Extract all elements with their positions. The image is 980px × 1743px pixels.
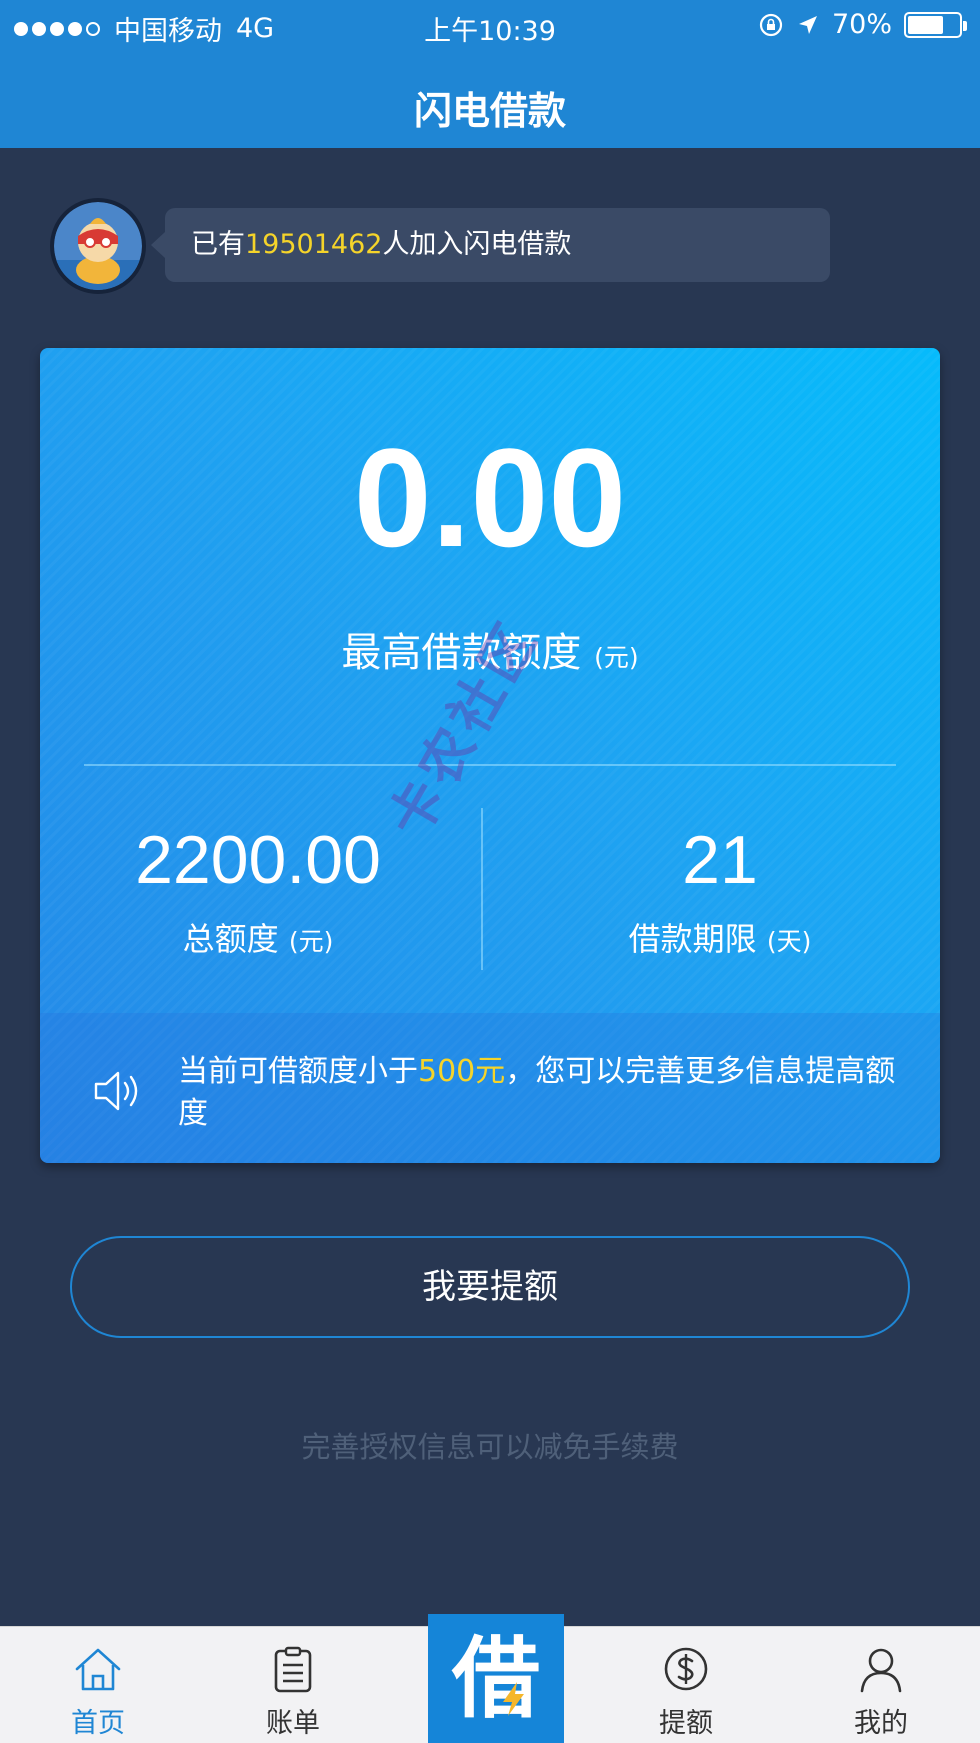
credit-notice-text: 当前可借额度小于500元，您可以完善更多信息提高额度 bbox=[178, 1051, 898, 1135]
tab-bill-label: 账单 bbox=[266, 1708, 320, 1739]
speaker-icon bbox=[94, 1071, 138, 1111]
fee-hint: 完善授权信息可以减免手续费 bbox=[301, 1430, 679, 1464]
loan-term-unit: (天) bbox=[766, 927, 812, 956]
max-loan-unit: (元) bbox=[594, 643, 639, 672]
battery-percent: 70% bbox=[831, 9, 892, 40]
max-loan-label: 最高借款额度 (元) bbox=[40, 620, 940, 678]
raise-limit-button[interactable]: 我要提额 bbox=[70, 1236, 910, 1338]
user-icon bbox=[860, 1648, 902, 1693]
notice-highlight: 500元 bbox=[418, 1054, 506, 1089]
rotation-lock-icon bbox=[759, 13, 783, 36]
mascot-avatar[interactable] bbox=[50, 198, 146, 294]
card-divider bbox=[84, 764, 896, 766]
loan-term-label: 借款期限 (天) bbox=[520, 914, 920, 960]
loan-term-stat: 21 借款期限 (天) bbox=[520, 820, 920, 960]
status-right: 70% bbox=[758, 9, 967, 40]
dollar-icon bbox=[664, 1647, 708, 1691]
page-title: 闪电借款 bbox=[413, 89, 566, 133]
tab-home[interactable]: 首页 bbox=[18, 1627, 178, 1743]
tab-bill[interactable]: 账单 bbox=[213, 1627, 373, 1743]
tab-mine-label: 我的 bbox=[854, 1708, 908, 1739]
loan-term-value: 21 bbox=[682, 822, 758, 898]
total-amount-label-text: 总额度 bbox=[182, 920, 279, 958]
tab-mine[interactable]: 我的 bbox=[801, 1627, 961, 1743]
loan-term-label-text: 借款期限 bbox=[628, 920, 757, 958]
total-amount-stat: 2200.00 总额度 (元) bbox=[58, 820, 458, 960]
lightning-icon bbox=[503, 1682, 524, 1716]
mascot-icon bbox=[54, 202, 142, 290]
location-arrow-icon bbox=[798, 15, 817, 34]
max-loan-label-text: 最高借款额度 bbox=[341, 630, 582, 676]
total-amount-unit: (元) bbox=[288, 927, 334, 956]
credit-card: 0.00 最高借款额度 (元) 2200.00 总额度 (元) 21 借款期限 … bbox=[40, 348, 940, 1163]
tab-home-label: 首页 bbox=[71, 1708, 125, 1739]
users-notice-prefix: 已有 bbox=[191, 229, 245, 260]
tab-raise-label: 提额 bbox=[659, 1708, 713, 1739]
users-joined-notice: 已有19501462人加入闪电借款 bbox=[151, 208, 830, 282]
stats-divider bbox=[481, 808, 483, 970]
total-amount-value: 2200.00 bbox=[135, 822, 381, 898]
top-bar: 中国移动 4G 上午10:39 70% 闪电借款 bbox=[0, 0, 980, 148]
credit-notice[interactable]: 当前可借额度小于500元，您可以完善更多信息提高额度 bbox=[40, 1013, 940, 1163]
borrow-button[interactable]: 借 bbox=[428, 1614, 564, 1743]
battery-icon bbox=[904, 11, 967, 38]
max-loan-amount: 0.00 bbox=[353, 419, 627, 576]
users-notice-suffix: 人加入闪电借款 bbox=[382, 229, 572, 260]
total-amount-label: 总额度 (元) bbox=[58, 914, 458, 960]
status-bar: 中国移动 4G 上午10:39 70% bbox=[0, 0, 980, 50]
notice-prefix: 当前可借额度小于 bbox=[178, 1054, 418, 1089]
bill-icon bbox=[274, 1646, 312, 1693]
tab-raise[interactable]: 提额 bbox=[606, 1627, 766, 1743]
users-count: 19501462 bbox=[245, 229, 383, 260]
home-icon bbox=[75, 1648, 121, 1691]
